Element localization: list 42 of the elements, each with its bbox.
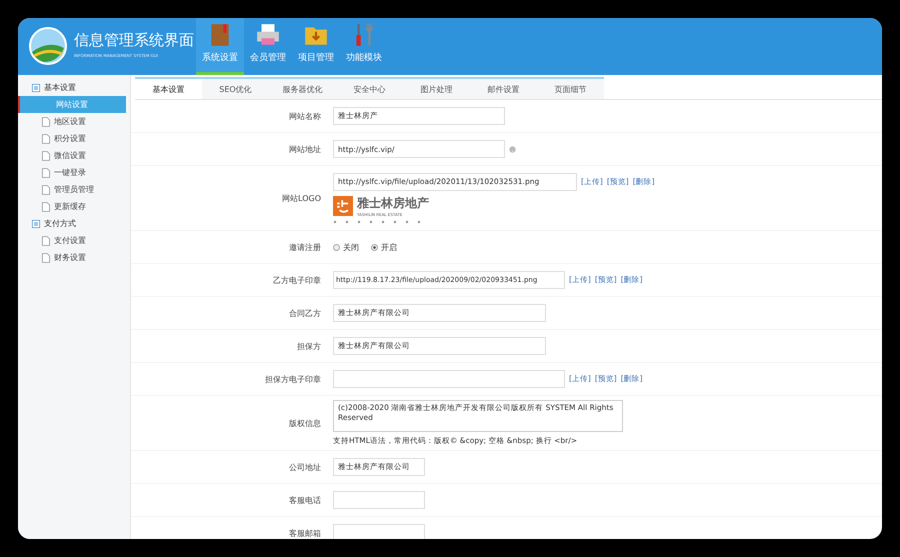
field-label: 网站LOGO: [281, 192, 322, 204]
radio-label: 关闭: [343, 242, 359, 252]
sidebar-item[interactable]: 微信设置: [18, 147, 130, 164]
list-icon: [32, 220, 40, 228]
logo-mark-icon: [333, 196, 353, 216]
input-field[interactable]: [333, 524, 425, 539]
field-label: 客服邮箱: [288, 528, 322, 538]
sidebar-item[interactable]: 积分设置: [18, 130, 130, 147]
printer-icon: [255, 22, 281, 48]
sidebar-item[interactable]: 财务设置: [18, 249, 130, 266]
sidebar-item[interactable]: 支付设置: [18, 232, 130, 249]
list-icon: [32, 84, 40, 92]
input-field[interactable]: [333, 491, 425, 509]
sidebar-item[interactable]: 更新缓存: [18, 198, 130, 215]
field-label: 客服电话: [288, 494, 322, 506]
globe-logo-icon: [28, 26, 68, 66]
field-label: 担保方: [296, 340, 322, 352]
settings-tab[interactable]: SEO优化: [202, 77, 269, 99]
radio-button[interactable]: [371, 244, 378, 250]
field-label: 担保方电子印章: [264, 374, 322, 384]
settings-tab[interactable]: 图片处理: [403, 77, 470, 99]
app-title: 信息管理系统界面: [74, 31, 194, 50]
group-label: 支付方式: [44, 218, 76, 229]
field-label: 公司地址: [288, 462, 322, 472]
field-label: 网站地址: [288, 144, 322, 154]
input-field[interactable]: [333, 370, 565, 388]
radio-button[interactable]: [333, 244, 340, 250]
settings-tab[interactable]: 服务器优化: [269, 77, 336, 99]
field-label: 邀请注册: [288, 242, 322, 252]
settings-tab[interactable]: 页面细节: [537, 77, 604, 99]
field-label: 版权信息: [288, 418, 322, 428]
settings-tab[interactable]: 邮件设置: [470, 77, 537, 99]
sidebar-item[interactable]: 地区设置: [18, 113, 130, 130]
field-label: 合同乙方: [288, 308, 322, 318]
sidebar-item[interactable]: 一键登录: [18, 164, 130, 181]
sidebar-item[interactable]: 管理员管理: [18, 181, 130, 198]
radio-label: 开启: [381, 242, 397, 252]
field-label: 乙方电子印章: [272, 274, 322, 286]
group-label: 基本设置: [44, 82, 76, 93]
settings-tab[interactable]: 安全中心: [336, 77, 403, 99]
field-label: 网站名称: [288, 110, 322, 122]
logo-title: 雅士林房地产: [357, 194, 429, 212]
